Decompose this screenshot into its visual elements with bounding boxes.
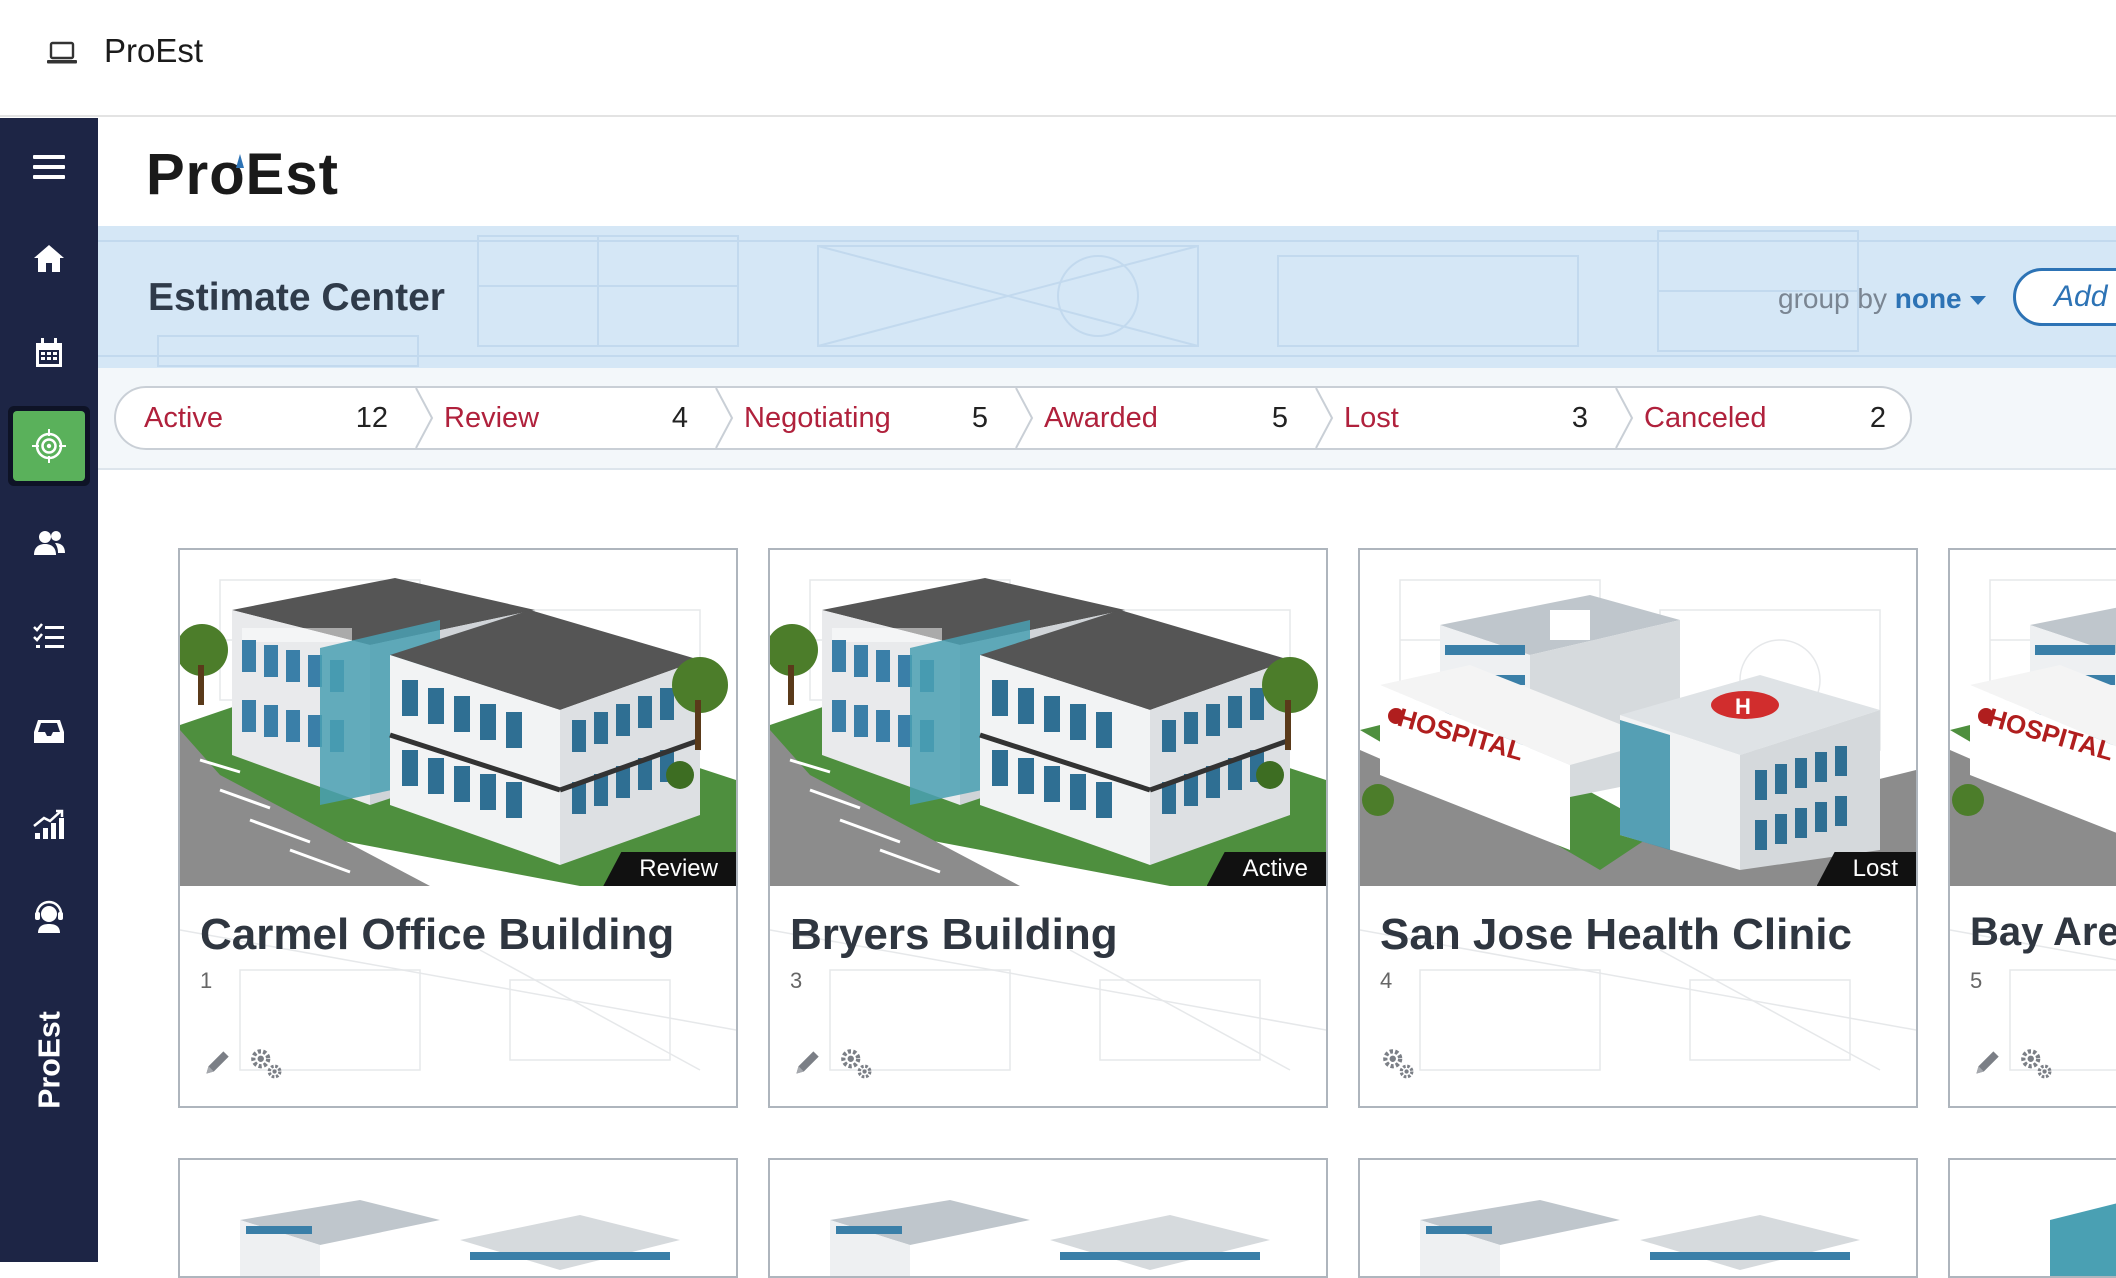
status-filter-strip: Active 12 Review 4 Negotiating 5 Awarded…	[98, 368, 2116, 470]
gears-icon[interactable]	[1380, 1046, 1414, 1080]
window-titlebar: ProEst	[0, 0, 2116, 117]
filter-active[interactable]: Active 12	[116, 388, 414, 448]
chart-icon	[33, 809, 64, 839]
office-building-image	[180, 550, 736, 886]
estimate-card[interactable]: Active Bryers Building 3	[768, 548, 1328, 1108]
sidebar-item-contacts[interactable]	[0, 508, 98, 578]
checklist-icon	[33, 623, 64, 648]
estimate-name: Bay Area	[1970, 910, 2116, 954]
sidebar-item-tasks[interactable]	[0, 602, 98, 672]
filter-label: Active	[144, 402, 223, 434]
sidebar-item-inbox[interactable]	[0, 696, 98, 766]
filter-negotiating[interactable]: Negotiating 5	[716, 388, 1014, 448]
add-estimate-button[interactable]: Add n	[2013, 268, 2116, 326]
calendar-icon	[36, 338, 62, 367]
estimate-center-banner: Estimate Center group by none Add n	[98, 226, 2116, 368]
sidebar-brand-logo: ProEst	[33, 1011, 66, 1109]
target-icon	[32, 429, 66, 463]
sidebar-item-calendar[interactable]	[0, 318, 98, 388]
estimate-number: 5	[1970, 968, 1983, 993]
filter-count: 5	[971, 402, 988, 434]
pencil-icon[interactable]	[200, 1046, 234, 1080]
users-icon	[34, 531, 65, 555]
brand-header: ProEst	[98, 118, 2116, 226]
estimate-name: Bryers Building	[790, 910, 1118, 959]
inbox-icon	[34, 720, 64, 743]
pencil-icon[interactable]	[1970, 1046, 2004, 1080]
filter-label: Lost	[1344, 402, 1399, 434]
building-image	[240, 1200, 680, 1276]
sidebar-item-estimates[interactable]	[8, 406, 90, 486]
caret-down-icon	[1969, 296, 1986, 306]
filter-count: 5	[1271, 402, 1288, 434]
estimate-card[interactable]: Lost San Jose Health Clinic 4	[1358, 548, 1918, 1108]
support-icon	[35, 900, 63, 933]
estimate-number: 3	[790, 968, 803, 993]
filter-label: Negotiating	[744, 402, 891, 434]
sidebar-menu-button[interactable]	[0, 132, 98, 202]
estimate-number: 1	[200, 968, 213, 993]
filter-canceled[interactable]: Canceled 2	[1616, 388, 1912, 448]
estimate-card-row2[interactable]	[768, 1158, 1328, 1278]
sidebar-item-support[interactable]	[0, 882, 98, 952]
filter-count: 12	[355, 402, 388, 434]
estimate-card[interactable]: Bay Area 5	[1948, 548, 2116, 1108]
group-by-value: none	[1894, 283, 1962, 314]
sidebar-item-reports[interactable]	[0, 790, 98, 860]
filter-count: 4	[671, 402, 688, 434]
estimate-card-row2[interactable]	[178, 1158, 738, 1278]
sidebar-logo-text: ProEst	[33, 1011, 66, 1109]
status-filter-bar: Active 12 Review 4 Negotiating 5 Awarded…	[114, 386, 1912, 450]
window-title: ProEst	[104, 32, 204, 69]
filter-count: 2	[1869, 402, 1886, 434]
office-building-image	[770, 550, 1326, 886]
estimate-card-row2[interactable]	[1358, 1158, 1918, 1278]
estimate-name: Carmel Office Building	[200, 910, 675, 959]
page-title: Estimate Center	[148, 276, 445, 319]
building-image	[2050, 1203, 2116, 1276]
gears-icon[interactable]	[248, 1046, 282, 1080]
filter-label: Canceled	[1644, 402, 1767, 434]
estimate-card[interactable]: Review Carmel Office Building 1	[178, 548, 738, 1108]
building-image	[1420, 1200, 1860, 1276]
filter-label: Awarded	[1044, 402, 1158, 434]
building-image	[830, 1200, 1270, 1276]
brand-logo-text: ProEst	[146, 146, 339, 206]
status-badge: Active	[1206, 852, 1326, 886]
gears-icon[interactable]	[838, 1046, 872, 1080]
status-badge: Review	[603, 852, 736, 886]
estimate-name: San Jose Health Clinic	[1380, 910, 1852, 959]
sidebar-menu[interactable]	[0, 0, 98, 56]
filter-count: 3	[1571, 402, 1588, 434]
filter-awarded[interactable]: Awarded 5	[1016, 388, 1314, 448]
sidebar-item-home[interactable]	[0, 224, 98, 294]
pencil-icon[interactable]	[790, 1046, 824, 1080]
sidebar-item-estimates-highlight	[13, 411, 85, 481]
gears-icon[interactable]	[2018, 1046, 2052, 1080]
group-by-label: group by	[1778, 283, 1887, 314]
home-icon	[34, 245, 64, 272]
estimate-card-row2[interactable]	[1948, 1158, 2116, 1278]
brand-logo[interactable]: ProEst	[146, 146, 386, 206]
hospital-building-image	[1950, 595, 2116, 886]
filter-label: Review	[444, 402, 540, 434]
filter-lost[interactable]: Lost 3	[1316, 388, 1614, 448]
filter-review[interactable]: Review 4	[416, 388, 714, 448]
estimate-number: 4	[1380, 968, 1393, 993]
group-by-dropdown[interactable]: group by none	[1778, 283, 1986, 315]
hospital-building-image	[1360, 595, 1916, 886]
menu-icon	[33, 155, 65, 179]
